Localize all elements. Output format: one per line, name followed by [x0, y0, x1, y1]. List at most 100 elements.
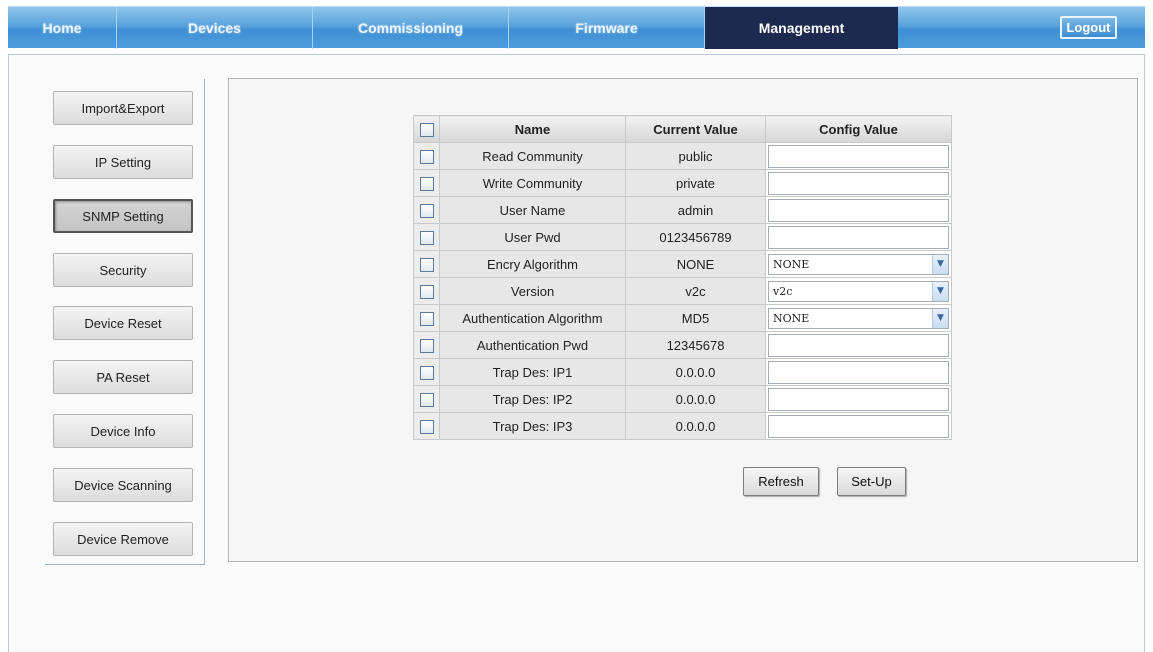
sidebar-item-pa-reset[interactable]: PA Reset: [53, 360, 193, 394]
tab-devices[interactable]: Devices: [117, 7, 313, 49]
table-row: User Name admin: [413, 196, 952, 224]
sidebar-item-security[interactable]: Security: [53, 253, 193, 287]
row-checkbox-cell: [413, 277, 440, 305]
encry-algorithm-select[interactable]: NONE ▼: [768, 253, 949, 275]
row-current-value: MD5: [625, 304, 766, 332]
sidebar: Import&Export IP Setting SNMP Setting Se…: [45, 79, 205, 565]
row-checkbox-cell: [413, 412, 440, 440]
row-config-cell: [765, 358, 952, 386]
row-current-value: 0.0.0.0: [625, 385, 766, 413]
chevron-down-icon[interactable]: ▼: [932, 308, 948, 328]
top-nav-bar: Home Devices Commissioning Firmware Mana…: [8, 6, 1145, 49]
row-checkbox-cell: [413, 169, 440, 197]
row-checkbox[interactable]: [419, 365, 434, 380]
row-config-cell: NONE ▼: [765, 250, 952, 278]
logout-button[interactable]: Logout: [1060, 16, 1117, 39]
row-name: Authentication Pwd: [439, 331, 626, 359]
row-checkbox-cell: [413, 250, 440, 278]
tab-home[interactable]: Home: [8, 7, 117, 49]
row-checkbox-cell: [413, 304, 440, 332]
table-row: Encry Algorithm NONE NONE ▼: [413, 250, 952, 278]
sidebar-item-device-remove[interactable]: Device Remove: [53, 522, 193, 556]
table-row: Write Community private: [413, 169, 952, 197]
write-community-input[interactable]: [768, 171, 949, 195]
refresh-button[interactable]: Refresh: [743, 467, 819, 496]
chevron-down-icon[interactable]: ▼: [932, 254, 948, 274]
table-row: Trap Des: IP2 0.0.0.0: [413, 385, 952, 413]
row-checkbox-cell: [413, 385, 440, 413]
row-checkbox[interactable]: [419, 203, 434, 218]
row-checkbox[interactable]: [419, 284, 434, 299]
trap-ip2-input[interactable]: [768, 387, 949, 411]
table-row: Read Community public: [413, 142, 952, 170]
row-name: Trap Des: IP2: [439, 385, 626, 413]
table-row: Trap Des: IP1 0.0.0.0: [413, 358, 952, 386]
trap-ip1-input[interactable]: [768, 360, 949, 384]
row-current-value: NONE: [625, 250, 766, 278]
row-checkbox[interactable]: [419, 176, 434, 191]
chevron-down-icon[interactable]: ▼: [932, 281, 948, 301]
select-value: NONE: [773, 311, 810, 325]
row-checkbox[interactable]: [419, 392, 434, 407]
row-name: Encry Algorithm: [439, 250, 626, 278]
select-all-checkbox[interactable]: [419, 122, 434, 137]
row-name: Read Community: [439, 142, 626, 170]
row-name: Trap Des: IP1: [439, 358, 626, 386]
row-current-value: 0.0.0.0: [625, 412, 766, 440]
row-checkbox-cell: [413, 331, 440, 359]
sidebar-item-import-export[interactable]: Import&Export: [53, 91, 193, 125]
row-name: Write Community: [439, 169, 626, 197]
table-row: Trap Des: IP3 0.0.0.0: [413, 412, 952, 440]
read-community-input[interactable]: [768, 144, 949, 168]
trap-ip3-input[interactable]: [768, 414, 949, 438]
snmp-settings-table: Name Current Value Config Value Read Com…: [413, 115, 952, 440]
table-row: Version v2c v2c ▼: [413, 277, 952, 305]
row-config-cell: [765, 331, 952, 359]
row-checkbox[interactable]: [419, 257, 434, 272]
row-checkbox[interactable]: [419, 419, 434, 434]
row-name: User Pwd: [439, 223, 626, 251]
row-current-value: 12345678: [625, 331, 766, 359]
tab-commissioning[interactable]: Commissioning: [313, 7, 509, 49]
tab-management[interactable]: Management: [705, 7, 898, 49]
column-header-current-value: Current Value: [625, 115, 766, 143]
user-name-input[interactable]: [768, 198, 949, 222]
table-row: Authentication Pwd 12345678: [413, 331, 952, 359]
row-config-cell: [765, 169, 952, 197]
sidebar-item-device-reset[interactable]: Device Reset: [53, 306, 193, 340]
row-checkbox-cell: [413, 358, 440, 386]
row-checkbox[interactable]: [419, 230, 434, 245]
row-checkbox[interactable]: [419, 149, 434, 164]
setup-button[interactable]: Set-Up: [837, 467, 906, 496]
user-pwd-input[interactable]: [768, 225, 949, 249]
row-name: Authentication Algorithm: [439, 304, 626, 332]
select-all-cell: [413, 115, 440, 143]
row-current-value: private: [625, 169, 766, 197]
sidebar-item-snmp-setting[interactable]: SNMP Setting: [53, 199, 193, 233]
row-current-value: 0.0.0.0: [625, 358, 766, 386]
row-config-cell: NONE ▼: [765, 304, 952, 332]
select-value: NONE: [773, 257, 810, 271]
select-value: v2c: [773, 284, 793, 298]
row-name: Trap Des: IP3: [439, 412, 626, 440]
row-current-value: public: [625, 142, 766, 170]
column-header-name: Name: [439, 115, 626, 143]
row-checkbox[interactable]: [419, 338, 434, 353]
table-row: User Pwd 0123456789: [413, 223, 952, 251]
table-header-row: Name Current Value Config Value: [413, 115, 952, 143]
row-name: Version: [439, 277, 626, 305]
version-select[interactable]: v2c ▼: [768, 280, 949, 302]
tab-firmware[interactable]: Firmware: [509, 7, 705, 49]
sidebar-item-ip-setting[interactable]: IP Setting: [53, 145, 193, 179]
authentication-algorithm-select[interactable]: NONE ▼: [768, 307, 949, 329]
table-row: Authentication Algorithm MD5 NONE ▼: [413, 304, 952, 332]
authentication-pwd-input[interactable]: [768, 333, 949, 357]
sidebar-item-device-scanning[interactable]: Device Scanning: [53, 468, 193, 502]
sidebar-item-device-info[interactable]: Device Info: [53, 414, 193, 448]
row-checkbox[interactable]: [419, 311, 434, 326]
row-checkbox-cell: [413, 142, 440, 170]
row-config-cell: [765, 142, 952, 170]
row-config-cell: v2c ▼: [765, 277, 952, 305]
row-checkbox-cell: [413, 196, 440, 224]
row-current-value: v2c: [625, 277, 766, 305]
